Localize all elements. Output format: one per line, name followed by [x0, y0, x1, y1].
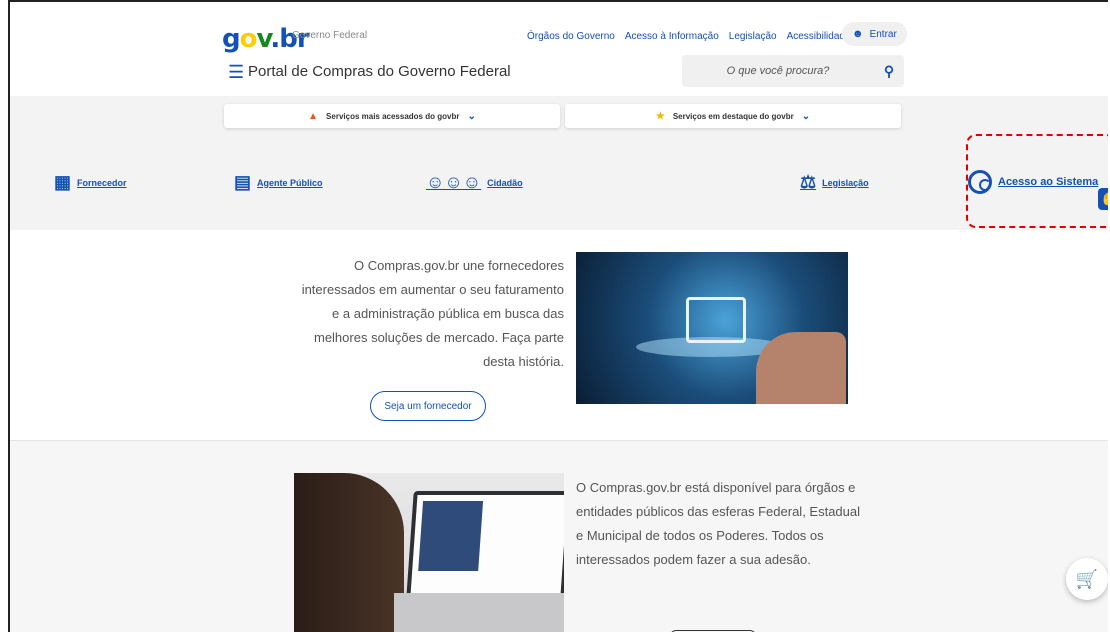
services-most-accessed-dropdown[interactable]: ▲ Serviços mais acessados do govbr ⌄ — [224, 104, 560, 128]
services-featured-dropdown[interactable]: ★ Serviços em destaque do govbr ⌄ — [565, 104, 901, 128]
accessibility-widget-icon[interactable]: ✋ — [1098, 188, 1108, 210]
category-legislacao[interactable]: ⚖ Legislação — [800, 172, 869, 193]
chevron-down-icon: ⌄ — [467, 110, 476, 122]
fire-icon: ▲ — [308, 110, 319, 122]
user-icon: ☻ — [852, 28, 864, 40]
site-header: gov.br Governo Federal Órgãos do Governo… — [10, 2, 1108, 97]
search-box[interactable]: O que você procura? ⚲ — [682, 55, 904, 87]
services-featured-label: Serviços em destaque do govbr — [672, 111, 794, 121]
laptop-shape — [406, 491, 564, 599]
link-legislacao[interactable]: Legislação — [729, 31, 777, 42]
section2-text: O Compras.gov.br está disponível para ór… — [576, 480, 861, 567]
star-icon: ★ — [655, 110, 665, 122]
link-acesso-informacao[interactable]: Acesso à Informação — [625, 31, 719, 42]
cart-icon: 🛒 — [1075, 568, 1099, 589]
category-fornecedor[interactable]: ▦ Fornecedor — [54, 172, 127, 193]
category-label: Fornecedor — [77, 177, 127, 188]
gov-federal-label: Governo Federal — [292, 30, 368, 41]
chevron-down-icon: ⌄ — [801, 110, 811, 122]
category-agente-publico[interactable]: ▤ Agente Público — [234, 172, 323, 193]
services-most-accessed-label: Serviços mais acessados do govbr — [326, 111, 460, 121]
category-cidadao[interactable]: ☺☺☺ Cidadão — [426, 172, 523, 193]
portal-title: Portal de Compras do Governo Federal — [248, 63, 511, 80]
building-icon: ▤ — [234, 172, 252, 192]
menu-icon[interactable]: ☰ — [228, 62, 244, 83]
scale-icon: ⚖ — [800, 172, 817, 192]
highlight-annotation — [966, 134, 1108, 228]
category-label: Agente Público — [257, 177, 323, 188]
hero-image-shopping — [576, 252, 848, 404]
search-input[interactable]: O que você procura? — [682, 65, 874, 77]
browser-frame: gov.br Governo Federal Órgãos do Governo… — [8, 0, 1108, 632]
floating-cart-button[interactable]: 🛒 — [1066, 558, 1108, 600]
link-orgaos[interactable]: Órgãos do Governo — [527, 31, 615, 42]
person-shape — [294, 473, 404, 632]
people-icon: ☺☺☺ — [426, 172, 482, 192]
laptop-screen — [418, 501, 484, 571]
link-acessibilidade[interactable]: Acessibilidade — [787, 31, 851, 42]
laptop-base — [394, 593, 564, 632]
category-label: Legislação — [822, 177, 869, 188]
section1-text: O Compras.gov.br une fornecedores intere… — [301, 258, 564, 369]
search-icon[interactable]: ⚲ — [874, 63, 904, 80]
hand-shape — [756, 332, 846, 404]
hero-image-laptop — [294, 473, 564, 632]
cart-icon — [686, 297, 746, 343]
entrar-label: Entrar — [869, 28, 897, 40]
store-icon: ▦ — [54, 172, 72, 192]
top-links: Órgãos do Governo Acesso à Informação Le… — [527, 30, 873, 42]
seja-fornecedor-button[interactable]: Seja um fornecedor — [370, 391, 486, 421]
entrar-button[interactable]: ☻ Entrar — [842, 22, 907, 46]
category-label: Cidadão — [487, 177, 523, 188]
